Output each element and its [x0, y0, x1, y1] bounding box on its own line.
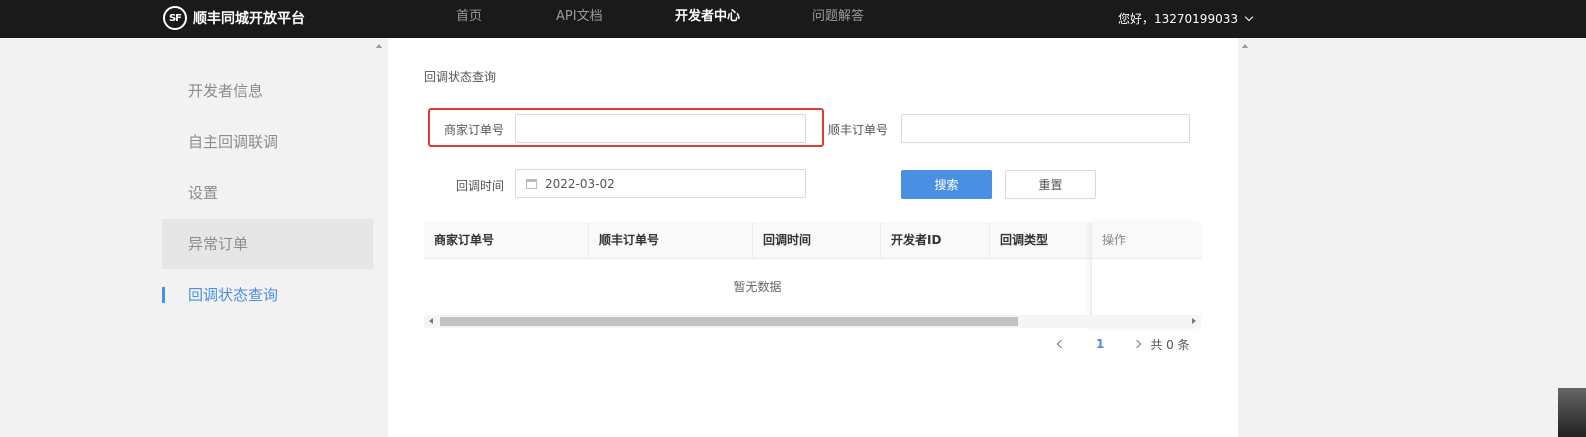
callback-time-value: 2022-03-02 — [545, 176, 615, 191]
empty-state: 暂无数据 — [733, 280, 782, 294]
logo-text: 顺丰同城开放平台 — [193, 11, 305, 27]
next-page-icon[interactable] — [1133, 339, 1142, 349]
page-title: 回调状态查询 — [424, 70, 497, 84]
scroll-left-icon[interactable] — [429, 318, 433, 324]
sidebar-item-abnormal-orders[interactable]: 异常订单 — [162, 219, 373, 269]
results-table: 商家订单号 顺丰订单号 回调时间 开发者ID 回调类型 暂无数据 操作 — [424, 222, 1202, 328]
right-edge-widget — [1558, 388, 1586, 437]
sf-order-label: 顺丰订单号 — [827, 123, 888, 137]
sidebar-item-callback-debug[interactable]: 自主回调联调 — [162, 117, 373, 167]
column-header-developer-id: 开发者ID — [880, 222, 989, 259]
sidebar-item-developer-info[interactable]: 开发者信息 — [162, 66, 373, 116]
sf-order-input[interactable] — [901, 114, 1190, 143]
nav-developer-center[interactable]: 开发者中心 — [675, 0, 740, 38]
sidebar-scroll-up-icon[interactable] — [376, 44, 382, 48]
sidebar-item-callback-status[interactable]: 回调状态查询 — [162, 270, 373, 320]
column-header-sf-order: 顺丰订单号 — [588, 222, 752, 259]
horizontal-scrollbar[interactable] — [424, 315, 1201, 328]
chevron-down-icon — [1244, 12, 1254, 22]
main-scroll-up-icon[interactable] — [1242, 44, 1248, 48]
user-menu[interactable]: 您好，13270199033 — [1118, 0, 1254, 38]
user-greeting: 您好，13270199033 — [1118, 12, 1238, 26]
sidebar-item-settings[interactable]: 设置 — [162, 168, 373, 218]
scrollbar-thumb[interactable] — [440, 317, 1018, 326]
table-header: 商家订单号 顺丰订单号 回调时间 开发者ID 回调类型 — [424, 222, 1201, 259]
main-panel: 回调状态查询 商家订单号 顺丰订单号 回调时间 2022-03-02 搜索 重置… — [388, 38, 1238, 437]
sf-logo-icon: SF — [163, 6, 187, 30]
logo[interactable]: SF 顺丰同城开放平台 — [163, 5, 305, 31]
nav-home[interactable]: 首页 — [456, 0, 482, 38]
callback-time-picker[interactable]: 2022-03-02 — [515, 169, 806, 198]
nav-api-docs[interactable]: API文档 — [556, 0, 603, 38]
reset-button[interactable]: 重置 — [1005, 170, 1096, 199]
fixed-operations-column: 操作 — [1091, 222, 1202, 328]
scroll-right-icon[interactable] — [1192, 318, 1196, 324]
column-header-operations: 操作 — [1092, 222, 1202, 259]
merchant-order-label: 商家订单号 — [443, 123, 504, 137]
pagination: 1 共 0 条 — [1056, 334, 1190, 354]
merchant-order-input[interactable] — [515, 114, 806, 143]
nav-faq[interactable]: 问题解答 — [812, 0, 864, 38]
column-header-callback-time: 回调时间 — [752, 222, 880, 259]
prev-page-icon[interactable] — [1056, 339, 1066, 349]
sidebar: 开发者信息 自主回调联调 设置 异常订单 回调状态查询 — [162, 38, 373, 437]
column-header-merchant-order: 商家订单号 — [434, 233, 495, 247]
total-count: 共 0 条 — [1150, 337, 1190, 352]
search-button[interactable]: 搜索 — [901, 170, 992, 199]
calendar-icon — [526, 178, 537, 189]
column-header-callback-type: 回调类型 — [989, 222, 1091, 259]
top-navigation-bar: SF 顺丰同城开放平台 首页 API文档 开发者中心 问题解答 您好，13270… — [0, 0, 1586, 38]
page-number[interactable]: 1 — [1096, 337, 1104, 351]
callback-time-label: 回调时间 — [455, 179, 504, 193]
